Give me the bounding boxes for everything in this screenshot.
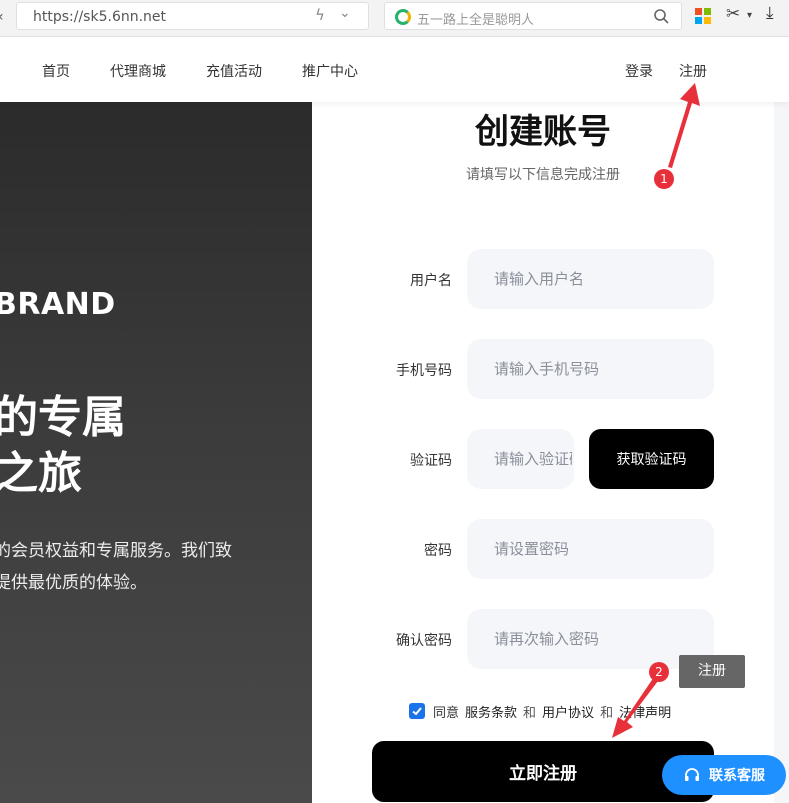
agree-and: 和 [523, 705, 537, 721]
terms-link[interactable]: 服务条款 [465, 702, 517, 721]
checkmark-icon [412, 707, 422, 716]
apps-grid-icon[interactable] [695, 8, 711, 24]
scissors-icon[interactable]: ✂ [726, 4, 740, 24]
hero-panel: BRAND 的专属 之旅 的会员权益和专属服务。我们致 提供最优质的体验。 [0, 102, 312, 803]
code-label: 验证码 [410, 453, 452, 469]
phone-input[interactable] [467, 339, 714, 399]
download-icon[interactable]: ⤓ [766, 3, 774, 23]
address-bar[interactable]: https://sk5.6nn.net ϟ ⌄ [16, 2, 369, 30]
form-subtitle: 请填写以下信息完成注册 [466, 167, 620, 183]
chevron-left-icon[interactable]: ‹ [0, 9, 4, 25]
annotation-marker-2: 2 [649, 662, 669, 682]
verification-code-input[interactable] [467, 429, 574, 489]
hero-brand: BRAND [0, 287, 116, 322]
nav-item-promotion[interactable]: 推广中心 [302, 61, 358, 81]
legal-link[interactable]: 法律声明 [619, 702, 671, 721]
nav-item-agent-mall[interactable]: 代理商城 [110, 61, 166, 81]
chevron-down-icon[interactable]: ⌄ [339, 5, 351, 21]
register-link[interactable]: 注册 [679, 61, 707, 81]
register-tooltip: 注册 [679, 655, 745, 688]
username-label: 用户名 [410, 273, 452, 289]
hero-desc-line: 提供最优质的体验。 [0, 573, 147, 593]
username-input[interactable] [467, 249, 714, 309]
lightning-icon[interactable]: ϟ [315, 6, 325, 24]
user-agreement-link[interactable]: 用户协议 [542, 702, 594, 721]
site-navbar: 首页 代理商城 充值活动 推广中心 登录 注册 [0, 37, 789, 102]
password-label: 密码 [424, 543, 452, 559]
annotation-marker-1: 1 [654, 169, 674, 189]
browser-search-placeholder: 五一路上全是聪明人 [417, 13, 535, 28]
agreement-row: 同意 服务条款 和 用户协议 和 法律声明 [409, 702, 671, 721]
agree-and: 和 [600, 705, 614, 721]
headset-icon [685, 768, 699, 781]
browser-search-box[interactable]: 五一路上全是聪明人 [384, 2, 682, 30]
hero-desc-line: 的会员权益和专属服务。我们致 [0, 541, 232, 561]
confirm-password-input[interactable] [467, 609, 714, 669]
hero-title-line: 之旅 [0, 448, 82, 499]
nav-item-home[interactable]: 首页 [42, 61, 70, 81]
contact-support-button[interactable]: 联系客服 [662, 755, 786, 795]
agree-checkbox[interactable] [409, 703, 425, 719]
form-title: 创建账号 [475, 112, 611, 152]
hero-title-line: 的专属 [0, 392, 126, 443]
search-engine-logo-icon [395, 9, 411, 25]
nav-item-recharge[interactable]: 充值活动 [206, 61, 262, 81]
url-text: https://sk5.6nn.net [33, 9, 167, 25]
agree-prefix: 同意 [433, 705, 460, 721]
browser-toolbar: ‹ https://sk5.6nn.net ϟ ⌄ 五一路上全是聪明人 ✂ ▾ … [0, 0, 789, 37]
confirm-password-label: 确认密码 [396, 633, 452, 649]
phone-label: 手机号码 [396, 363, 452, 379]
page-side-strip [774, 102, 789, 803]
get-code-button[interactable]: 获取验证码 [589, 429, 714, 489]
chevron-down-icon[interactable]: ▾ [747, 10, 752, 21]
hero-description: 的会员权益和专属服务。我们致 提供最优质的体验。 [0, 535, 232, 599]
search-icon[interactable] [653, 6, 671, 26]
login-link[interactable]: 登录 [625, 61, 653, 81]
hero-title: 的专属 之旅 [0, 390, 126, 502]
contact-support-label: 联系客服 [709, 768, 765, 784]
password-input[interactable] [467, 519, 714, 579]
